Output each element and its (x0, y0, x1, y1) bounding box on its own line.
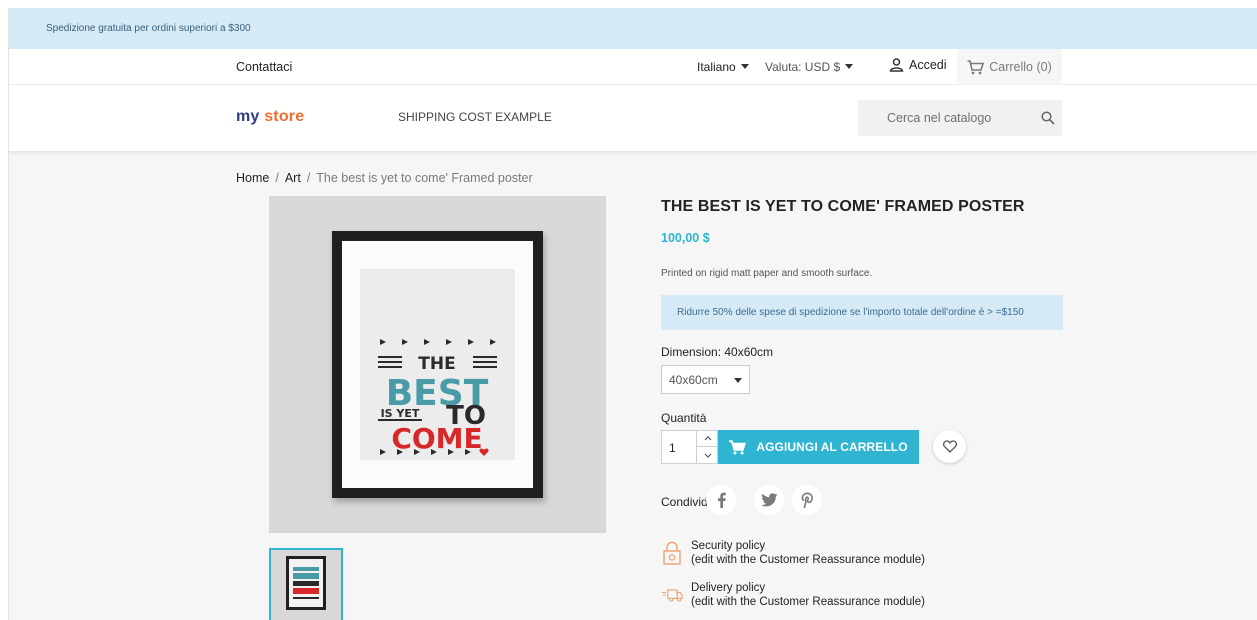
site-header: my store SHIPPING COST EXAMPLE Cerca nel… (9, 85, 1257, 152)
caret-down-icon (740, 64, 749, 69)
product-title: THE BEST IS YET TO COME' FRAMED POSTER (661, 198, 1025, 215)
quantity-label: Quantità (661, 411, 707, 425)
quantity-down-button[interactable] (697, 447, 718, 463)
cart-link[interactable]: Carrello (0) (957, 49, 1062, 85)
breadcrumb: Home / Art / The best is yet to come' Framed… (236, 171, 533, 185)
shipping-banner: Spedizione gratuita per ordini superiori… (9, 8, 1257, 49)
dimension-select[interactable]: 40x60cm (661, 365, 750, 394)
pinterest-icon (801, 492, 813, 508)
language-label: Italiano (697, 60, 736, 74)
product-description: Printed on rigid matt paper and smooth s… (661, 268, 873, 279)
chevron-up-icon (704, 436, 711, 441)
search-icon[interactable] (1041, 111, 1055, 125)
quantity-stepper[interactable]: 1 (661, 430, 719, 464)
contact-link[interactable]: Contattaci (236, 60, 292, 74)
currency-selector[interactable]: Valuta: USD $ (765, 60, 854, 74)
chevron-down-icon (704, 453, 711, 458)
product-main-image[interactable]: THE BEST IS YET TO COME (269, 196, 606, 533)
breadcrumb-art[interactable]: Art (285, 171, 301, 185)
heart-icon (942, 440, 957, 453)
notice-text: Ridurre 50% delle spese di spedizione se… (677, 307, 1024, 318)
logo-text-store: store (264, 108, 305, 125)
menu-item-shipping-cost-example[interactable]: SHIPPING COST EXAMPLE (398, 110, 552, 124)
reassurance-delivery-title: Delivery policy (691, 582, 766, 594)
reassurance-security-text: Security policy (edit with the Customer … (691, 539, 925, 567)
banner-text: Spedizione gratuita per ordini superiori… (46, 23, 251, 34)
truck-icon (661, 589, 683, 602)
search-box[interactable]: Cerca nel catalogo (858, 100, 1062, 136)
wishlist-button[interactable] (933, 430, 966, 463)
share-facebook-button[interactable] (706, 485, 736, 515)
quantity-spinner (696, 430, 719, 464)
reassurance-security-title: Security policy (691, 540, 766, 552)
poster-graphic: THE BEST IS YET TO COME (378, 339, 497, 456)
product-price: 100,00 $ (661, 231, 710, 245)
logo-text-my: my (236, 108, 260, 125)
poster-frame: THE BEST IS YET TO COME (332, 231, 543, 498)
caret-down-icon (845, 64, 854, 69)
add-to-cart-button[interactable]: AGGIUNGI AL CARRELLO (718, 430, 919, 464)
breadcrumb-separator: / (306, 171, 311, 185)
language-selector[interactable]: Italiano (697, 60, 749, 74)
quantity-input[interactable]: 1 (669, 441, 676, 455)
breadcrumb-home[interactable]: Home (236, 171, 269, 185)
reassurance-security-subtitle: (edit with the Customer Reassurance modu… (691, 554, 925, 566)
poster-text-the: THE (418, 354, 455, 374)
poster-text-is-yet: IS YET (381, 407, 420, 420)
user-icon (889, 58, 904, 72)
cart-add-icon (729, 439, 747, 454)
thumbnail-frame (286, 556, 326, 610)
product-thumbnail[interactable] (269, 548, 343, 620)
share-twitter-button[interactable] (754, 485, 784, 515)
twitter-icon (760, 493, 777, 507)
lock-icon (663, 541, 681, 565)
cart-icon (967, 59, 985, 74)
shipping-discount-notice: Ridurre 50% delle spese di spedizione se… (661, 295, 1063, 330)
poster-mat: THE BEST IS YET TO COME (342, 241, 533, 488)
page-frame: Spedizione gratuita per ordini superiori… (8, 8, 1257, 620)
login-label: Accedi (909, 58, 947, 72)
currency-label: Valuta: USD $ (765, 60, 841, 74)
breadcrumb-current: The best is yet to come' Framed poster (316, 171, 533, 185)
reassurance-delivery-text: Delivery policy (edit with the Customer … (691, 581, 925, 609)
cart-label: Carrello (0) (989, 60, 1052, 74)
login-link[interactable]: Accedi (889, 58, 947, 72)
store-logo[interactable]: my store (236, 108, 304, 126)
dimension-selected-value: 40x60cm (669, 373, 718, 387)
poster-text-come: COME (391, 422, 482, 455)
top-nav: Contattaci Italiano Valuta: USD $ Accedi… (9, 49, 1257, 85)
caret-down-icon (734, 378, 742, 383)
poster-artwork: THE BEST IS YET TO COME (360, 269, 515, 460)
breadcrumb-separator: / (275, 171, 279, 185)
share-pinterest-button[interactable] (792, 485, 822, 515)
search-input[interactable]: Cerca nel catalogo (887, 111, 991, 125)
reassurance-delivery-subtitle: (edit with the Customer Reassurance modu… (691, 596, 925, 608)
thumbnail-mat (289, 559, 323, 607)
facebook-icon (717, 492, 726, 508)
thumbnail-graphic (293, 567, 319, 599)
share-label: Condividi (661, 495, 711, 509)
add-to-cart-label: AGGIUNGI AL CARRELLO (756, 440, 908, 454)
dimension-label: Dimension: 40x60cm (661, 345, 774, 359)
quantity-up-button[interactable] (697, 431, 718, 447)
